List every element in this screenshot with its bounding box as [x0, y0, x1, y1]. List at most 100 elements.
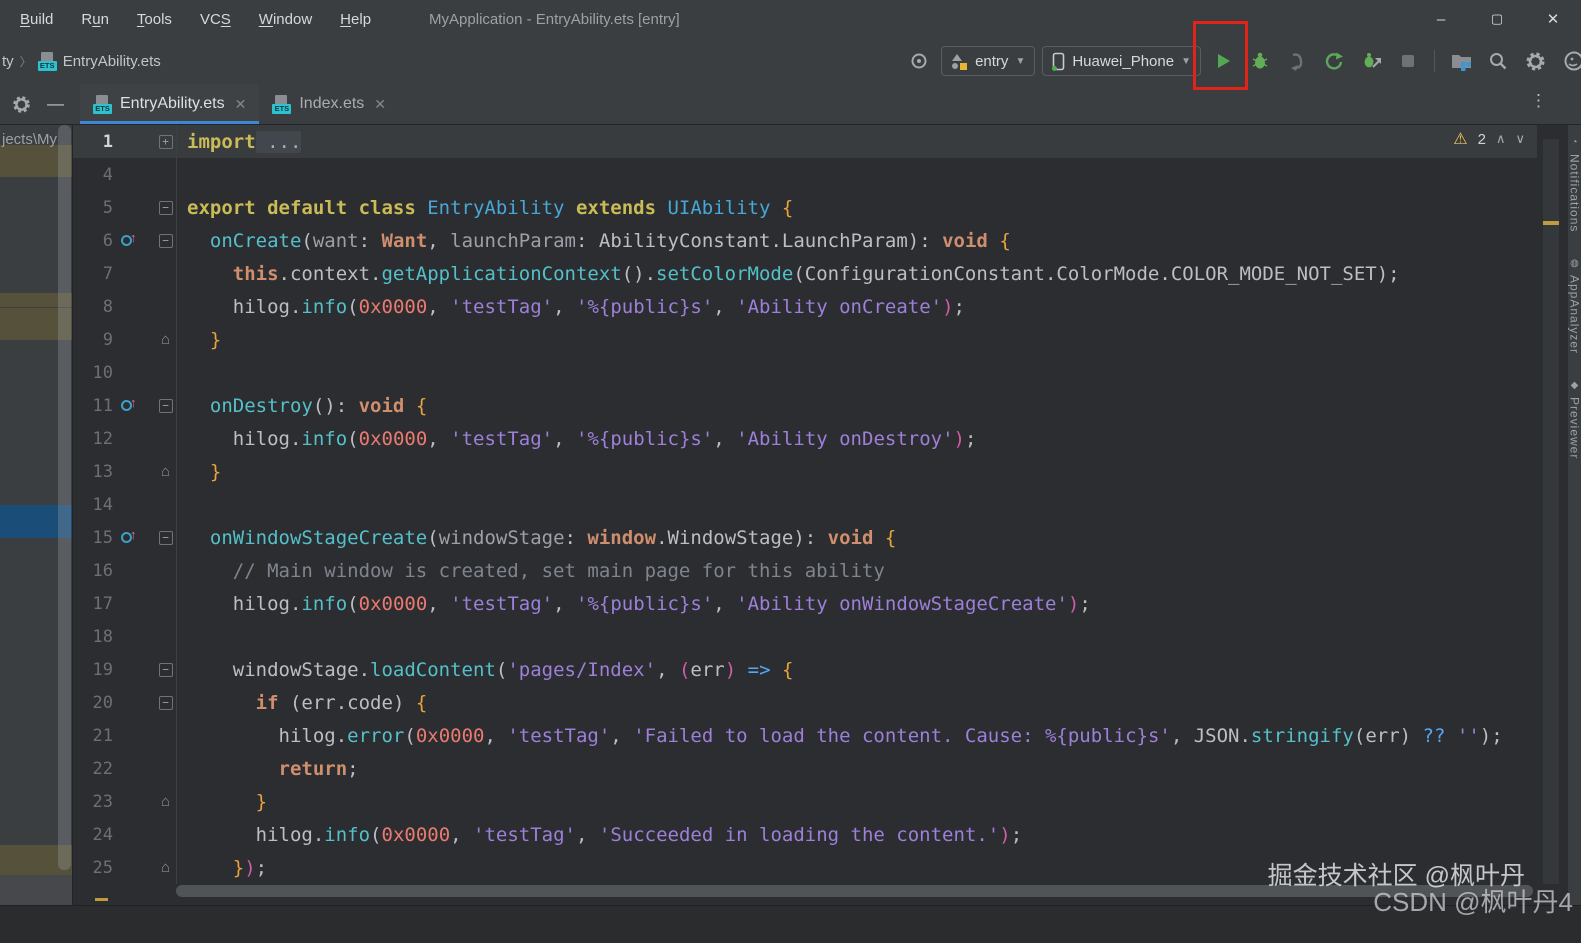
code-line-23[interactable]: 23 ⌂ } — [73, 785, 1537, 818]
inspection-widget[interactable]: ⚠ 2 ∧ ∨ — [1453, 129, 1525, 149]
code-text[interactable]: this.context.getApplicationContext().set… — [177, 263, 1400, 285]
code-text[interactable]: // Main window is created, set main page… — [177, 560, 885, 582]
line-number[interactable]: 7 — [73, 264, 113, 284]
code-line-4[interactable]: 4 — [73, 158, 1537, 191]
code-line-22[interactable]: 22 return; — [73, 752, 1537, 785]
code-line-6[interactable]: 6 ↑ − onCreate(want: Want, launchParam: Ab… — [73, 224, 1537, 257]
code-line-16[interactable]: 16 // Main window is created, set main p… — [73, 554, 1537, 587]
panel-gear-icon[interactable] — [12, 95, 31, 114]
tab-index-ets[interactable]: ETS Index.ets ✕ — [259, 84, 399, 124]
code-text[interactable]: hilog.info(0x0000, 'testTag', '%{public}… — [177, 296, 965, 318]
code-text[interactable]: } — [177, 329, 221, 351]
line-number[interactable]: 20 — [73, 693, 113, 713]
menu-run[interactable]: Run — [71, 7, 119, 32]
editor-horizontal-scrollbar[interactable] — [176, 885, 1533, 897]
editor-vertical-scrollbar[interactable] — [1543, 139, 1559, 884]
line-number[interactable]: 1 — [73, 132, 113, 152]
fold-end-icon[interactable]: ⌂ — [161, 860, 170, 875]
fold-collapse-icon[interactable]: − — [158, 233, 173, 248]
line-number[interactable]: 15 — [73, 528, 113, 548]
project-structure-button[interactable] — [1446, 46, 1476, 76]
code-text[interactable]: hilog.info(0x0000, 'testTag', '%{public}… — [177, 428, 977, 450]
prev-warning-icon[interactable]: ∧ — [1496, 131, 1506, 147]
code-line-20[interactable]: 20 − if (err.code) { — [73, 686, 1537, 719]
code-text[interactable]: onCreate(want: Want, launchParam: Abilit… — [177, 230, 1011, 252]
hide-panel-icon[interactable]: — — [47, 94, 64, 114]
line-number[interactable]: 21 — [73, 726, 113, 746]
code-text[interactable]: export default class EntryAbility extend… — [177, 197, 793, 219]
code-line-18[interactable]: 18 — [73, 620, 1537, 653]
code-editor[interactable]: 1 + import ... 4 5− export default class Entr… — [73, 125, 1567, 905]
override-method-icon[interactable]: ↑ — [121, 527, 137, 543]
code-text[interactable]: hilog.info(0x0000, 'testTag', 'Succeeded… — [177, 824, 1023, 846]
fold-collapse-icon[interactable]: − — [158, 695, 173, 710]
tool-window-button-notifications[interactable]: ◔ Notifications — [1568, 137, 1581, 232]
maximize-button[interactable]: ▢ — [1469, 0, 1525, 38]
tab-entryability-ets[interactable]: ETS EntryAbility.ets ✕ — [80, 84, 260, 124]
tab-close-icon[interactable]: ✕ — [235, 96, 247, 113]
code-text[interactable]: import ... — [177, 130, 302, 153]
code-line-25[interactable]: 25 ⌂ }); — [73, 851, 1537, 884]
device-select[interactable]: Huawei_Phone ▼ — [1042, 46, 1201, 76]
line-number[interactable]: 14 — [73, 495, 113, 515]
code-text[interactable]: windowStage.loadContent('pages/Index', (… — [177, 659, 794, 681]
menu-help[interactable]: Help — [330, 7, 381, 32]
settings-button[interactable] — [1520, 46, 1550, 76]
line-number[interactable]: 6 — [73, 231, 113, 251]
fold-collapse-icon[interactable]: − — [158, 398, 173, 413]
code-line-14[interactable]: 14 — [73, 488, 1537, 521]
code-line-7[interactable]: 7 this.context.getApplicationContext().s… — [73, 257, 1537, 290]
rerun-button[interactable] — [1319, 46, 1349, 76]
minimize-button[interactable]: – — [1413, 0, 1469, 38]
stop-button[interactable] — [1393, 46, 1423, 76]
code-line-12[interactable]: 12 hilog.info(0x0000, 'testTag', '%{publ… — [73, 422, 1537, 455]
code-text[interactable]: } — [177, 791, 267, 813]
tab-options-kebab-icon[interactable]: ⋮ — [1530, 92, 1547, 109]
code-line-1[interactable]: 1 + import ... — [73, 125, 1537, 158]
line-number[interactable]: 10 — [73, 363, 113, 383]
line-number[interactable]: 12 — [73, 429, 113, 449]
next-warning-icon[interactable]: ∨ — [1515, 131, 1525, 147]
fold-end-icon[interactable]: ⌂ — [161, 464, 170, 479]
fold-expand-icon[interactable]: + — [158, 134, 173, 149]
line-number[interactable]: 11 — [73, 396, 113, 416]
locate-file-icon[interactable] — [904, 46, 934, 76]
line-number[interactable]: 4 — [73, 165, 113, 185]
line-number[interactable]: 8 — [73, 297, 113, 317]
line-number[interactable]: 24 — [73, 825, 113, 845]
code-text[interactable]: return; — [177, 758, 359, 780]
line-number[interactable]: 23 — [73, 792, 113, 812]
search-everywhere-button[interactable] — [1483, 46, 1513, 76]
code-line-9[interactable]: 9 ⌂ } — [73, 323, 1537, 356]
code-text[interactable]: }); — [177, 857, 267, 879]
code-text[interactable]: hilog.info(0x0000, 'testTag', '%{public}… — [177, 593, 1091, 615]
fold-end-icon[interactable]: ⌂ — [161, 794, 170, 809]
line-number[interactable]: 5 — [73, 198, 113, 218]
code-line-11[interactable]: 11 ↑ − onDestroy(): void { — [73, 389, 1537, 422]
breadcrumb[interactable]: ty 〉 ETS EntryAbility.ets — [0, 38, 161, 84]
code-line-15[interactable]: 15 ↑ − onWindowStageCreate(windowStage: wi… — [73, 521, 1537, 554]
tab-close-icon[interactable]: ✕ — [374, 96, 386, 113]
code-text[interactable]: onWindowStageCreate(windowStage: window.… — [177, 527, 896, 549]
code-line-5[interactable]: 5 − export default class EntryAbility exte… — [73, 191, 1537, 224]
fold-collapse-icon[interactable]: − — [158, 530, 173, 545]
profile-button[interactable] — [1557, 46, 1581, 76]
code-line-17[interactable]: 17 hilog.info(0x0000, 'testTag', '%{publ… — [73, 587, 1537, 620]
line-number[interactable]: 18 — [73, 627, 113, 647]
run-button[interactable] — [1208, 46, 1238, 76]
code-text[interactable]: } — [177, 461, 221, 483]
line-number[interactable]: 25 — [73, 858, 113, 878]
close-button[interactable]: ✕ — [1525, 0, 1581, 38]
code-text[interactable]: hilog.error(0x0000, 'testTag', 'Failed t… — [177, 725, 1503, 747]
code-line-13[interactable]: 13 ⌂ } — [73, 455, 1537, 488]
code-line-8[interactable]: 8 hilog.info(0x0000, 'testTag', '%{publi… — [73, 290, 1537, 323]
line-number[interactable]: 16 — [73, 561, 113, 581]
menu-build[interactable]: Build — [10, 7, 63, 32]
line-number[interactable]: 22 — [73, 759, 113, 779]
code-line-19[interactable]: 19 − windowStage.loadContent('pages/Index… — [73, 653, 1537, 686]
line-number[interactable]: 19 — [73, 660, 113, 680]
fold-collapse-icon[interactable]: − — [158, 200, 173, 215]
attach-debugger-button[interactable] — [1356, 46, 1386, 76]
project-tree-row[interactable] — [0, 875, 72, 905]
warning-stripe-mark[interactable] — [1543, 221, 1559, 225]
